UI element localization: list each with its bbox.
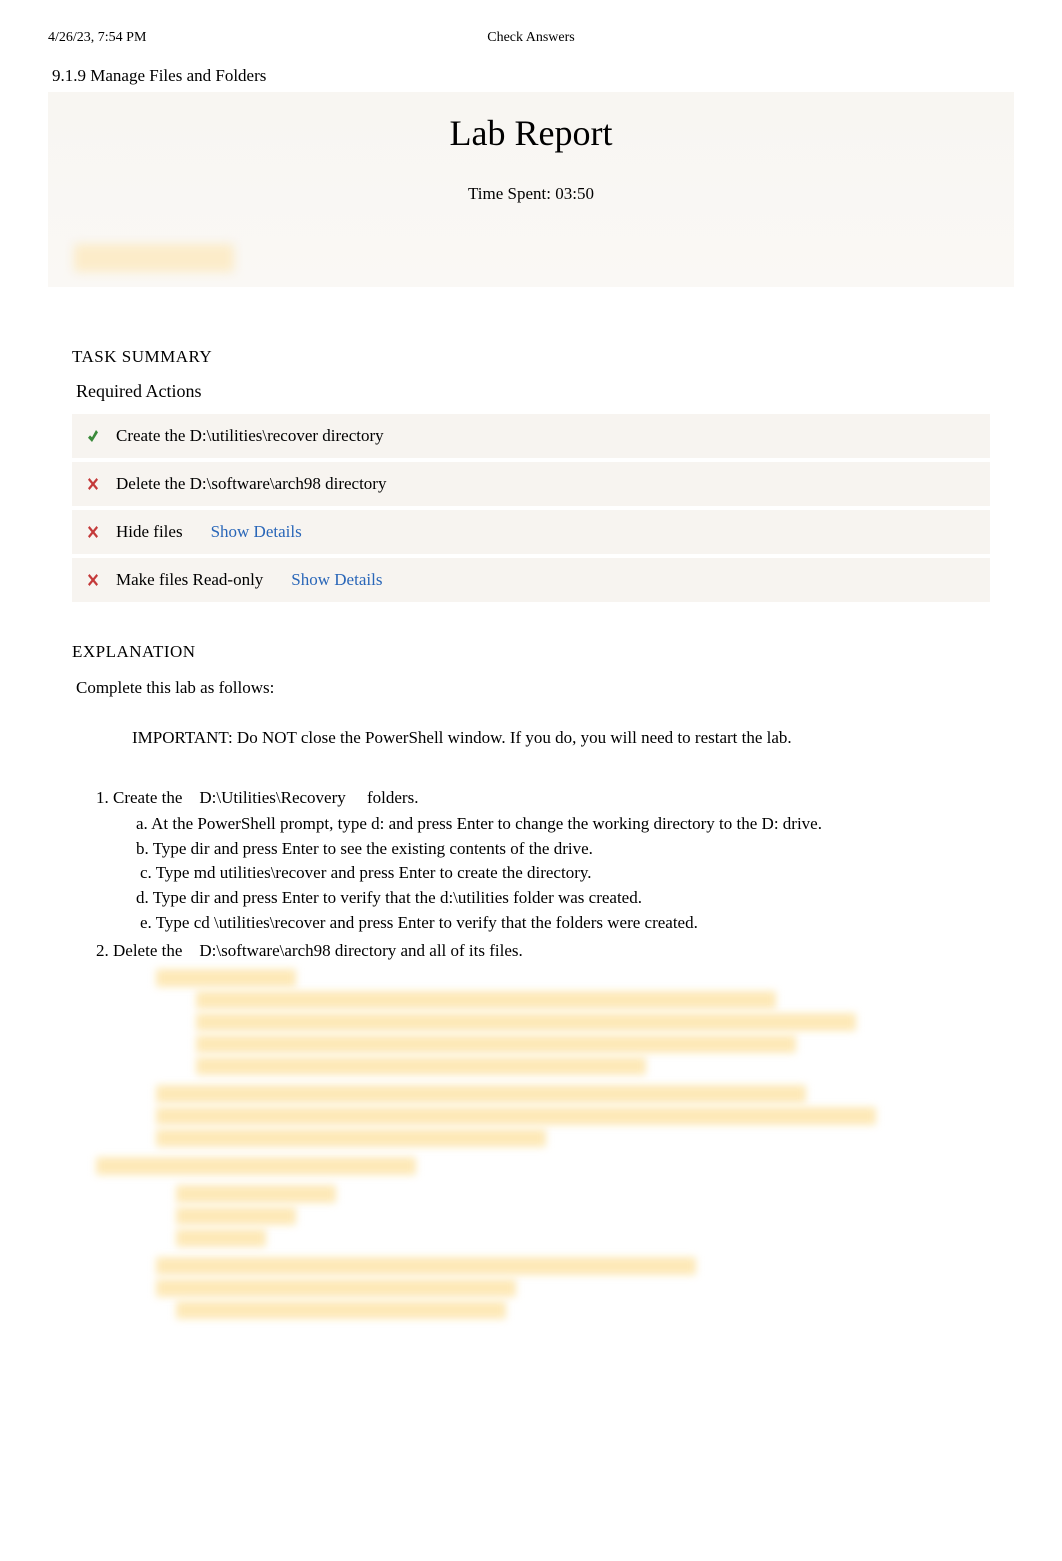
action-row: Hide files Show Details [72, 510, 990, 554]
important-note: IMPORTANT: Do NOT close the PowerShell w… [132, 728, 990, 748]
show-details-link[interactable]: Show Details [211, 522, 302, 542]
step-1d: d. Type dir and press Enter to verify th… [136, 886, 990, 911]
score-redacted [74, 244, 234, 272]
step-path: D:\software\arch98 [199, 941, 330, 960]
step-1b: b. Type dir and press Enter to see the e… [136, 837, 990, 862]
task-summary: TASK SUMMARY Required Actions Create the… [48, 347, 1014, 602]
step-path: D:\Utilities\Recovery [199, 788, 345, 807]
time-spent: Time Spent: 03:50 [48, 184, 1014, 204]
show-details-link[interactable]: Show Details [291, 570, 382, 590]
explanation-section: EXPLANATION Complete this lab as follows… [48, 642, 1014, 1319]
step-num: 1. [96, 788, 109, 807]
section-title: 9.1.9 Manage Files and Folders [52, 66, 1014, 86]
action-text: Hide files [116, 522, 183, 542]
page-timestamp: 4/26/23, 7:54 PM [48, 30, 146, 46]
report-box: Lab Report Time Spent: 03:50 [48, 92, 1014, 287]
action-text: Create the D:\utilities\recover director… [116, 426, 384, 446]
check-icon [88, 430, 98, 442]
step-text: folders. [367, 788, 418, 807]
x-icon [88, 574, 98, 586]
step-num: 2. [96, 941, 109, 960]
step-text: Delete the [113, 941, 187, 960]
x-icon [88, 526, 98, 538]
step-1: 1. Create the D:\Utilities\Recovery fold… [96, 788, 990, 808]
action-text: Make files Read-only [116, 570, 263, 590]
step-text: directory and all of its files. [335, 941, 523, 960]
action-row: Make files Read-only Show Details [72, 558, 990, 602]
step-1a: a. At the PowerShell prompt, type d: and… [136, 812, 990, 837]
step-1c: c. Type md utilities\recover and press E… [140, 861, 990, 886]
action-row: Delete the D:\software\arch98 directory [72, 462, 990, 506]
step-1e: e. Type cd \utilities\recover and press … [140, 911, 990, 936]
steps-list: 1. Create the D:\Utilities\Recovery fold… [96, 788, 990, 961]
page-header-center: Check Answers [487, 30, 575, 46]
step-2: 2. Delete the D:\software\arch98 directo… [96, 941, 990, 961]
lab-report-title: Lab Report [48, 112, 1014, 154]
explanation-heading: EXPLANATION [72, 642, 990, 662]
task-summary-heading: TASK SUMMARY [72, 347, 990, 367]
step-text: Create the [113, 788, 187, 807]
explanation-intro: Complete this lab as follows: [76, 678, 990, 698]
action-text: Delete the D:\software\arch98 directory [116, 474, 386, 494]
required-actions-heading: Required Actions [76, 381, 990, 402]
action-row: Create the D:\utilities\recover director… [72, 414, 990, 458]
x-icon [88, 478, 98, 490]
redacted-content [96, 969, 990, 1319]
